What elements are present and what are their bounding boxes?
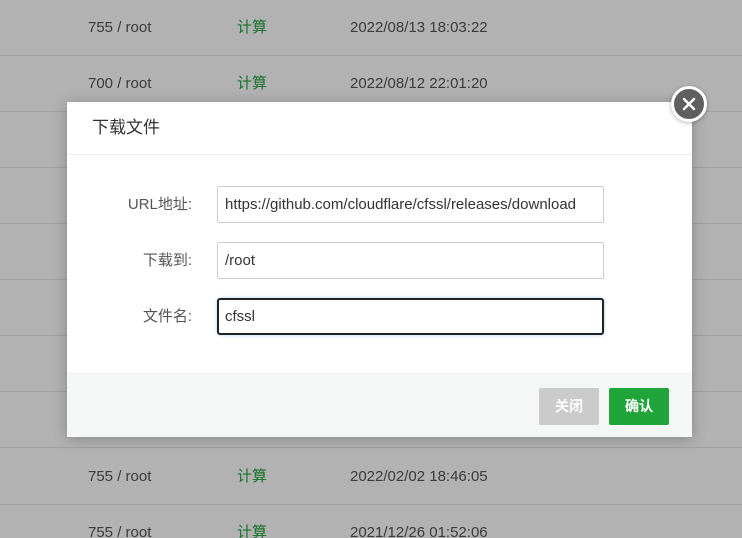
dialog-title: 下载文件 [67, 102, 692, 155]
page: 755 / root 计算 2022/08/13 18:03:22 700 / … [0, 0, 742, 538]
url-label: URL地址: [127, 196, 192, 213]
confirm-button[interactable]: 确认 [609, 388, 669, 425]
download-file-dialog: 下载文件 URL地址: 下载到: 文件名: 关闭 确认 [67, 102, 692, 437]
target-dir-row: 下载到: [67, 242, 692, 280]
close-button[interactable]: 关闭 [539, 388, 599, 425]
target-dir-label: 下载到: [142, 252, 192, 269]
filename-row: 文件名: [67, 298, 692, 336]
close-icon-glyph [682, 97, 696, 111]
filename-label: 文件名: [142, 308, 192, 325]
filename-input[interactable] [217, 298, 604, 335]
close-icon[interactable] [671, 86, 707, 122]
target-dir-input[interactable] [217, 242, 604, 279]
url-row: URL地址: [67, 186, 692, 224]
dialog-footer: 关闭 确认 [67, 373, 692, 437]
url-input[interactable] [217, 186, 604, 223]
